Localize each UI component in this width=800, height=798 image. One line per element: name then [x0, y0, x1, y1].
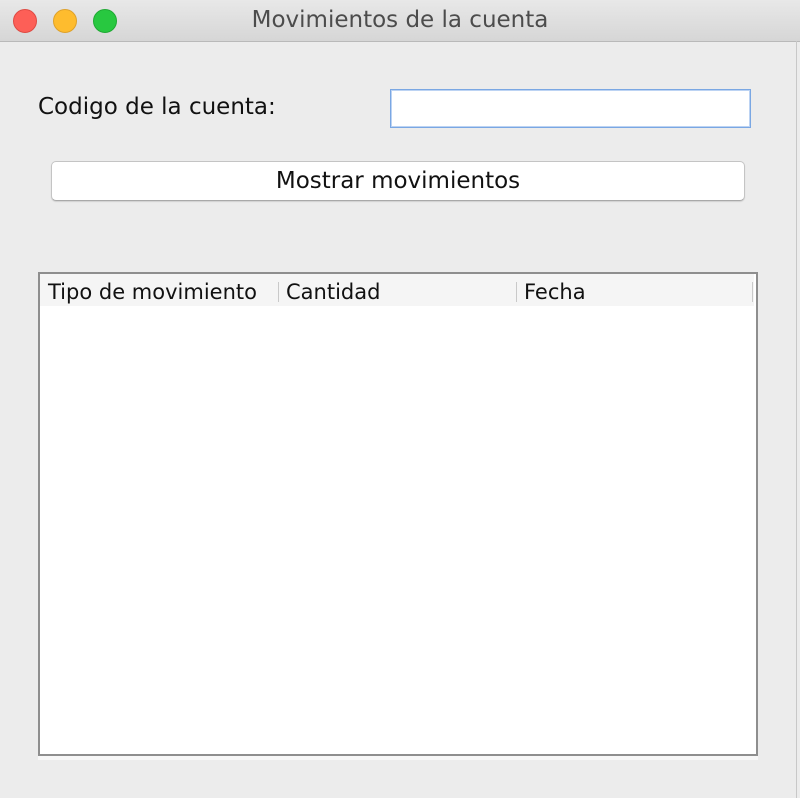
column-separator[interactable]	[278, 282, 279, 302]
window-title: Movimientos de la cuenta	[251, 7, 549, 33]
table-body[interactable]	[40, 306, 756, 754]
show-movements-button[interactable]: Mostrar movimientos	[51, 161, 745, 201]
column-separator[interactable]	[752, 282, 753, 302]
table-bottom-strip	[38, 756, 758, 760]
account-code-input[interactable]	[390, 89, 751, 128]
table-header: Tipo de movimiento Cantidad Fecha	[40, 274, 754, 306]
column-header-date[interactable]: Fecha	[516, 274, 754, 306]
window-edge	[796, 41, 797, 798]
column-header-amount[interactable]: Cantidad	[278, 274, 516, 306]
column-separator[interactable]	[516, 282, 517, 302]
title-bar[interactable]: Movimientos de la cuenta	[0, 0, 800, 42]
account-code-label: Codigo de la cuenta:	[38, 94, 276, 120]
main-window: Movimientos de la cuenta Codigo de la cu…	[0, 0, 800, 798]
column-header-movement-type[interactable]: Tipo de movimiento	[40, 274, 278, 306]
movements-table[interactable]: Tipo de movimiento Cantidad Fecha	[38, 272, 758, 756]
